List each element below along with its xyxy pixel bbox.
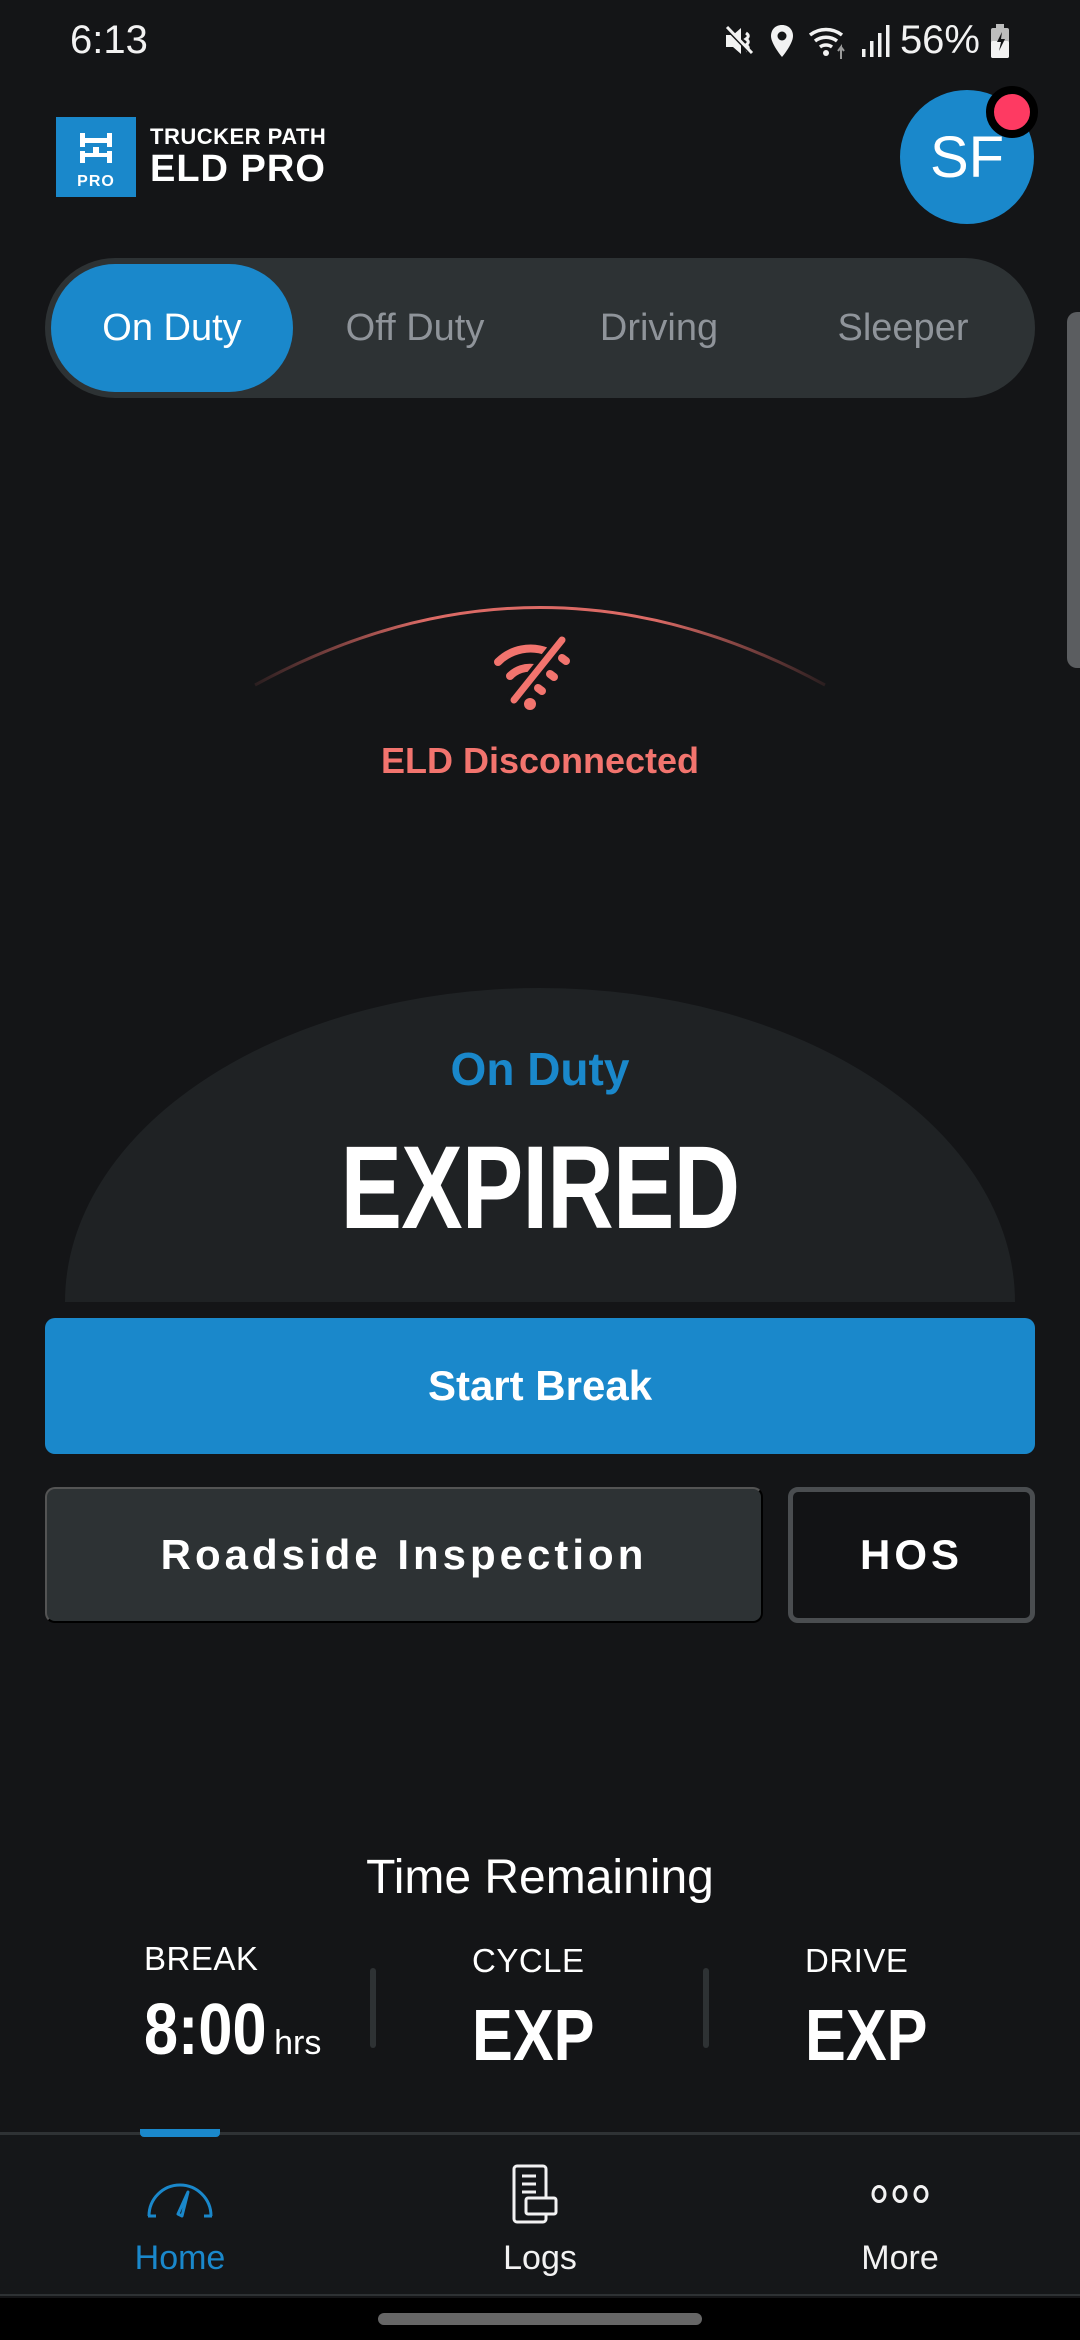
cycle-remaining: CYCLE EXP bbox=[472, 1942, 616, 2076]
cycle-label: CYCLE bbox=[472, 1942, 585, 1979]
app-logo: PRO TRUCKER PATH ELD PRO bbox=[56, 117, 326, 197]
status-time: 6:13 bbox=[70, 18, 148, 62]
eld-status-text[interactable]: ELD Disconnected bbox=[0, 740, 1080, 782]
time-remaining-title: Time Remaining bbox=[366, 1851, 714, 1904]
avatar-initials: SF bbox=[929, 124, 1005, 190]
nav-home-label: Home bbox=[134, 2239, 226, 2277]
roadside-inspection-button[interactable]: Roadside Inspection bbox=[45, 1487, 763, 1623]
nav-logs-label: Logs bbox=[503, 2239, 577, 2277]
drive-label: DRIVE bbox=[805, 1942, 909, 1979]
cycle-value: EXP bbox=[472, 1996, 595, 2076]
mute-vibrate-icon bbox=[722, 23, 758, 59]
more-dots-icon bbox=[870, 2161, 930, 2227]
battery-charging-icon bbox=[990, 23, 1010, 59]
status-bar: 6:13 56% bbox=[0, 0, 1080, 86]
break-unit: hrs bbox=[274, 2024, 322, 2062]
wifi-off-icon bbox=[490, 632, 586, 712]
duty-status-selector: On Duty Off Duty Driving Sleeper bbox=[45, 258, 1035, 398]
wifi-icon bbox=[806, 23, 850, 59]
app-header: PRO TRUCKER PATH ELD PRO SF bbox=[0, 86, 1080, 240]
divider bbox=[370, 1968, 376, 2048]
tab-off-duty[interactable]: Off Duty bbox=[293, 264, 537, 392]
start-break-button[interactable]: Start Break bbox=[45, 1318, 1035, 1454]
battery-percent: 56% bbox=[899, 18, 980, 62]
drive-value: EXP bbox=[805, 1996, 928, 2076]
hos-button[interactable]: HOS bbox=[788, 1487, 1035, 1623]
logo-product: ELD PRO bbox=[150, 148, 326, 190]
scrollbar[interactable] bbox=[1067, 312, 1080, 668]
logo-brand: TRUCKER PATH bbox=[150, 124, 327, 149]
break-remaining: BREAK 8:00 hrs bbox=[144, 1940, 321, 2083]
notification-dot bbox=[986, 86, 1038, 138]
current-duty-label: On Duty bbox=[450, 1043, 630, 1095]
location-icon bbox=[768, 23, 796, 59]
status-icons: 56% bbox=[722, 18, 1010, 63]
tab-sleeper[interactable]: Sleeper bbox=[781, 264, 1025, 392]
logo-badge-text: PRO bbox=[77, 173, 115, 190]
home-indicator[interactable] bbox=[378, 2313, 702, 2325]
break-label: BREAK bbox=[144, 1940, 259, 1977]
nav-home[interactable]: Home bbox=[0, 2135, 360, 2299]
break-value: 8:00 bbox=[144, 1990, 267, 2070]
tab-on-duty[interactable]: On Duty bbox=[51, 264, 293, 392]
nav-more[interactable]: More bbox=[720, 2135, 1080, 2299]
logo-mark: PRO bbox=[56, 117, 136, 197]
nav-logs[interactable]: Logs bbox=[360, 2135, 720, 2299]
logs-document-icon bbox=[510, 2161, 570, 2227]
signal-icon bbox=[860, 23, 890, 59]
speedometer-icon bbox=[144, 2161, 216, 2227]
bottom-nav: Home Logs More bbox=[0, 2129, 1080, 2299]
current-duty-time: EXPIRED bbox=[340, 1122, 740, 1254]
tab-driving[interactable]: Driving bbox=[537, 264, 781, 392]
divider bbox=[703, 1968, 709, 2048]
nav-more-label: More bbox=[861, 2239, 939, 2277]
drive-remaining: DRIVE EXP bbox=[805, 1942, 949, 2076]
